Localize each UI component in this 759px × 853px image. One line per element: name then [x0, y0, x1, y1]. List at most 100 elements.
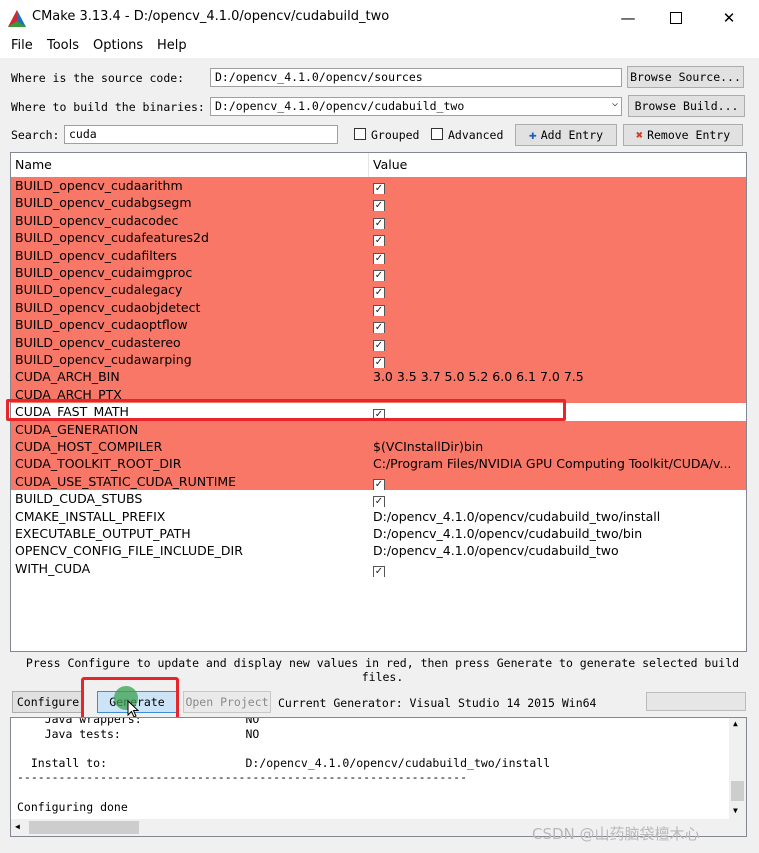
remove-entry-button[interactable]: ✖ Remove Entry	[623, 124, 743, 146]
row-value[interactable]: D:/opencv_4.1.0/opencv/cudabuild_two/ins…	[373, 509, 743, 524]
table-header: Name Value	[11, 153, 746, 178]
row-name: CMAKE_INSTALL_PREFIX	[15, 508, 166, 524]
table-row[interactable]: BUILD_opencv_cudalegacy ✓	[11, 281, 746, 299]
row-name: CUDA_TOOLKIT_ROOT_DIR	[15, 456, 182, 472]
chevron-down-icon[interactable]: ⌵	[612, 98, 618, 109]
table-row[interactable]: WITH_CUDA ✓	[11, 559, 746, 578]
row-value[interactable]: ✓	[373, 352, 743, 368]
row-name: BUILD_opencv_cudacodec	[15, 212, 179, 228]
table-row[interactable]: CUDA_GENERATION	[11, 420, 746, 438]
scroll-down-icon[interactable]: ▼	[733, 806, 738, 815]
value-checkbox[interactable]: ✓	[373, 270, 385, 281]
row-value[interactable]: ✓	[373, 178, 743, 194]
close-button[interactable]: ✕	[706, 0, 752, 36]
search-input[interactable]: cuda	[64, 125, 338, 144]
highlight-box-fast-math	[6, 399, 566, 421]
row-value[interactable]: ✓	[373, 282, 743, 299]
browse-build-button[interactable]: Browse Build...	[628, 95, 745, 117]
row-value[interactable]: ✓	[373, 248, 743, 264]
table-row[interactable]: BUILD_opencv_cudabgsegm ✓	[11, 194, 746, 212]
row-value[interactable]: D:/opencv_4.1.0/opencv/cudabuild_two	[373, 543, 743, 558]
value-checkbox[interactable]: ✓	[373, 339, 385, 351]
table-row[interactable]: BUILD_opencv_cudaarithm ✓	[11, 177, 746, 195]
scroll-left-icon[interactable]: ◀	[15, 822, 20, 831]
vertical-scrollbar[interactable]: ▲ ▼	[729, 718, 746, 820]
value-checkbox[interactable]: ✓	[373, 478, 385, 490]
table-row[interactable]: CUDA_USE_STATIC_CUDA_RUNTIME ✓	[11, 472, 746, 491]
value-checkbox[interactable]: ✓	[373, 304, 385, 316]
table-row[interactable]: CUDA_ARCH_BIN 3.0 3.5 3.7 5.0 5.2 6.0 6.1…	[11, 368, 746, 386]
advanced-checkbox[interactable]	[431, 128, 443, 140]
row-value[interactable]: ✓	[373, 317, 743, 334]
column-divider[interactable]	[368, 153, 369, 177]
column-header-name[interactable]: Name	[15, 157, 52, 172]
row-value[interactable]: ✓	[373, 213, 743, 229]
maximize-icon	[670, 12, 682, 24]
build-label: Where to build the binaries:	[11, 100, 205, 114]
row-value[interactable]: ✓	[373, 474, 743, 490]
value-checkbox[interactable]: ✓	[373, 565, 385, 577]
value-checkbox[interactable]: ✓	[373, 287, 385, 299]
close-icon: ✕	[722, 9, 736, 27]
scroll-up-icon[interactable]: ▲	[733, 719, 738, 728]
menu-help[interactable]: Help	[157, 38, 187, 53]
table-row[interactable]: BUILD_opencv_cudacodec ✓	[11, 211, 746, 230]
scroll-thumb[interactable]	[731, 781, 744, 801]
row-value[interactable]: D:/opencv_4.1.0/opencv/cudabuild_two/bin	[373, 526, 743, 541]
value-checkbox[interactable]: ✓	[373, 357, 385, 368]
table-row[interactable]: CUDA_TOOLKIT_ROOT_DIR C:/Program Files/NV…	[11, 455, 746, 473]
table-row[interactable]: BUILD_opencv_cudafeatures2d ✓	[11, 229, 746, 247]
menu-tools[interactable]: Tools	[47, 38, 79, 53]
open-project-button[interactable]: Open Project	[183, 691, 271, 713]
table-row[interactable]: BUILD_opencv_cudaoptflow ✓	[11, 316, 746, 334]
row-value[interactable]: ✓	[373, 265, 743, 281]
table-row[interactable]: CMAKE_INSTALL_PREFIX D:/opencv_4.1.0/open…	[11, 507, 746, 525]
row-value[interactable]: ✓	[373, 230, 743, 247]
minimize-button[interactable]: —	[605, 0, 651, 36]
table-row[interactable]: BUILD_opencv_cudaobjdetect ✓	[11, 298, 746, 317]
row-value[interactable]: ✓	[373, 300, 743, 316]
row-name: BUILD_opencv_cudaimgproc	[15, 265, 193, 280]
window-title: CMake 3.13.4 - D:/opencv_4.1.0/opencv/cu…	[32, 9, 390, 24]
table-row[interactable]: EXECUTABLE_OUTPUT_PATH D:/opencv_4.1.0/op…	[11, 525, 746, 543]
column-header-value[interactable]: Value	[373, 157, 407, 172]
table-row[interactable]: BUILD_opencv_cudawarping ✓	[11, 351, 746, 369]
browse-source-button[interactable]: Browse Source...	[627, 66, 744, 88]
configure-button[interactable]: Configure	[12, 691, 84, 713]
row-value[interactable]: C:/Program Files/NVIDIA GPU Computing To…	[373, 456, 743, 471]
h-scroll-thumb[interactable]	[29, 821, 139, 834]
table-row[interactable]: BUILD_opencv_cudaimgproc ✓	[11, 264, 746, 282]
row-value[interactable]: ✓	[373, 561, 743, 577]
row-name: BUILD_opencv_cudalegacy	[15, 282, 183, 298]
value-checkbox[interactable]: ✓	[373, 252, 385, 264]
row-value[interactable]: 3.0 3.5 3.7 5.0 5.2 6.0 6.1 7.0 7.5	[373, 369, 743, 384]
grouped-label: Grouped	[371, 128, 420, 142]
row-value[interactable]: ✓	[373, 491, 743, 508]
build-path-combobox[interactable]: D:/opencv_4.1.0/opencv/cudabuild_two ⌵	[210, 97, 622, 116]
table-row[interactable]: CUDA_HOST_COMPILER $(VCInstallDir)bin	[11, 438, 746, 456]
grouped-checkbox[interactable]	[354, 128, 366, 140]
row-value[interactable]: $(VCInstallDir)bin	[373, 439, 743, 454]
menu-options[interactable]: Options	[93, 38, 143, 53]
row-name: BUILD_opencv_cudafeatures2d	[15, 230, 209, 246]
maximize-button[interactable]	[653, 0, 699, 36]
plus-icon: ✚	[528, 127, 537, 143]
output-log[interactable]: Java wrappers: NO Java tests: NO Install…	[10, 717, 747, 837]
value-checkbox[interactable]: ✓	[373, 496, 385, 508]
table-row[interactable]: OPENCV_CONFIG_FILE_INCLUDE_DIR D:/opencv_…	[11, 542, 746, 560]
value-checkbox[interactable]: ✓	[373, 200, 385, 212]
table-row[interactable]: BUILD_CUDA_STUBS ✓	[11, 490, 746, 508]
add-entry-button[interactable]: ✚ Add Entry	[515, 124, 617, 146]
row-name: OPENCV_CONFIG_FILE_INCLUDE_DIR	[15, 543, 243, 559]
row-value[interactable]: ✓	[373, 335, 743, 351]
table-row[interactable]: BUILD_opencv_cudafilters ✓	[11, 246, 746, 264]
value-checkbox[interactable]: ✓	[373, 322, 385, 334]
menu-file[interactable]: File	[11, 38, 33, 53]
value-checkbox[interactable]: ✓	[373, 183, 385, 194]
add-entry-label: Add Entry	[540, 128, 604, 142]
value-checkbox[interactable]: ✓	[373, 235, 385, 247]
table-row[interactable]: BUILD_opencv_cudastereo ✓	[11, 333, 746, 351]
row-value[interactable]: ✓	[373, 195, 743, 212]
source-path-input[interactable]: D:/opencv_4.1.0/opencv/sources	[210, 68, 622, 87]
value-checkbox[interactable]: ✓	[373, 217, 385, 229]
